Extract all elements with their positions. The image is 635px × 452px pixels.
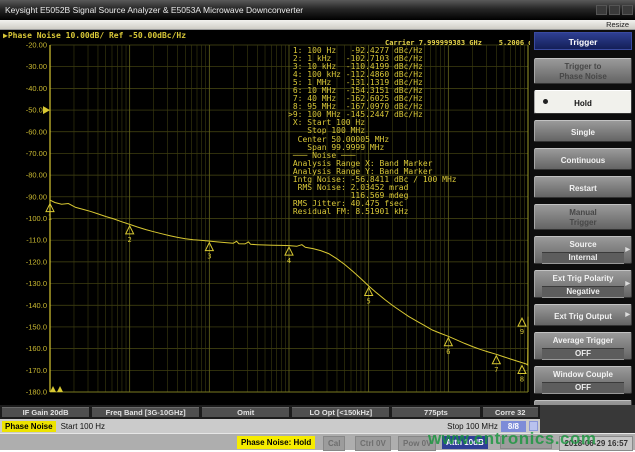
- marker-number-label: 2: [128, 236, 132, 244]
- band-marker-start-icon: [50, 386, 56, 392]
- softkey-label: Manual: [535, 205, 631, 218]
- softkey-label-2: Trigger: [535, 218, 631, 228]
- softkey-label: Ext Trig Output: [535, 309, 631, 322]
- status-segment-3: LO Opt [<150kHz]: [292, 407, 389, 417]
- softkey-trigger-to-phase-noise[interactable]: Trigger toPhase Noise: [534, 58, 632, 84]
- softkey-label: Continuous: [535, 153, 631, 166]
- softkey-ext-trig-polarity[interactable]: Ext Trig Polarity Negative▶: [534, 270, 632, 298]
- softkey-label: Ext Trig Polarity: [535, 271, 631, 284]
- window-title: Keysight E5052B Signal Source Analyzer &…: [5, 5, 303, 15]
- softkey-restart[interactable]: Restart: [534, 176, 632, 198]
- y-tick-label: -160.0: [26, 344, 47, 353]
- menu-bar: Resize: [0, 20, 635, 30]
- band-marker-start-icon: [57, 386, 63, 392]
- application-window: Keysight E5052B Signal Source Analyzer &…: [0, 0, 635, 452]
- marker-symbol-icon: [518, 318, 526, 326]
- softkey-label: Restart: [535, 181, 631, 194]
- softkey-value: Internal: [542, 252, 624, 264]
- y-tick-label: -40.00: [26, 84, 47, 93]
- status-segment-5: Corre 32: [483, 407, 538, 417]
- softkey-hold[interactable]: Hold: [534, 90, 632, 114]
- softkey-single[interactable]: Single: [534, 120, 632, 142]
- chevron-right-icon: ▶: [625, 246, 630, 253]
- chevron-right-icon: ▶: [625, 311, 630, 318]
- status-indicator-ctrl-0v: Ctrl 0V: [355, 436, 391, 451]
- marker-number-label: 5: [367, 298, 371, 306]
- softkey-label: Window Couple: [535, 367, 631, 380]
- y-tick-label: -120.0: [26, 257, 47, 266]
- marker-symbol-icon: [518, 366, 526, 374]
- marker-number-label: 9: [520, 328, 524, 336]
- y-tick-label: -140.0: [26, 301, 47, 310]
- softkey-label: Average Trigger: [535, 333, 631, 346]
- softkey-value: Negative: [542, 286, 624, 298]
- softkey-label: Trigger to: [535, 59, 631, 72]
- trigger-hold-status-badge: Phase Noise: Hold: [237, 436, 315, 449]
- status-indicator-cal: Cal: [323, 436, 345, 451]
- softkey-button-list: Trigger toPhase Noise Hold Single Continuou…: [530, 58, 635, 422]
- resize-menu-item[interactable]: Resize: [606, 20, 629, 29]
- status-segment-0: IF Gain 20dB: [2, 407, 89, 417]
- softkey-source[interactable]: Source Internal▶: [534, 236, 632, 264]
- softkey-average-trigger[interactable]: Average Trigger OFF: [534, 332, 632, 360]
- y-tick-label: -70.00: [26, 149, 47, 158]
- softkey-ext-trig-output[interactable]: Ext Trig Output▶: [534, 304, 632, 326]
- y-tick-label: -90.00: [26, 192, 47, 201]
- phase-noise-mode-badge: Phase Noise: [2, 421, 56, 432]
- y-tick-label: -20.00: [26, 41, 47, 50]
- softkey-label-2: Phase Noise: [535, 72, 631, 82]
- status-segment-4: 775pts: [392, 407, 479, 417]
- maximize-button[interactable]: [609, 5, 620, 15]
- y-tick-label: -130.0: [26, 279, 47, 288]
- marker-number-label: 7: [494, 366, 498, 374]
- y-tick-label: -100.0: [26, 214, 47, 223]
- marker-number-label: 6: [446, 348, 450, 356]
- y-tick-label: -110.0: [26, 236, 47, 245]
- marker-number-label: 4: [287, 257, 291, 265]
- y-tick-label: -180.0: [26, 388, 47, 397]
- y-tick-label: -170.0: [26, 366, 47, 375]
- softkey-continuous[interactable]: Continuous: [534, 148, 632, 170]
- marker-number-label: 8: [520, 376, 524, 384]
- y-tick-label: -30.00: [26, 62, 47, 71]
- status-segment-2: Omit: [202, 407, 289, 417]
- softkey-manual-trigger[interactable]: ManualTrigger: [534, 204, 632, 230]
- status-segment-1: Freq Band [3G-10GHz]: [92, 407, 199, 417]
- selected-bullet-icon: [543, 99, 548, 104]
- measurement-status-bar: IF Gain 20dBFreq Band [3G-10GHz]OmitLO O…: [0, 405, 540, 419]
- close-button[interactable]: [622, 5, 633, 15]
- minimize-button[interactable]: [596, 5, 607, 15]
- softkey-window-couple[interactable]: Window Couple OFF: [534, 366, 632, 394]
- softkey-menu-title: Trigger: [534, 32, 632, 50]
- sweep-start-label: Start 100 Hz: [61, 422, 105, 431]
- y-tick-label: -150.0: [26, 322, 47, 331]
- softkey-value: OFF: [542, 382, 624, 394]
- chevron-right-icon: ▶: [625, 280, 630, 287]
- softkey-sidebar: Trigger Trigger toPhase Noise Hold Single C…: [530, 30, 635, 405]
- softkey-value: OFF: [542, 348, 624, 360]
- marker-number-label: 3: [207, 253, 211, 261]
- watermark-text: www.cntronics.com: [428, 429, 596, 449]
- softkey-label: Source: [535, 237, 631, 250]
- window-titlebar: Keysight E5052B Signal Source Analyzer &…: [0, 0, 635, 20]
- y-tick-label: -80.00: [26, 171, 47, 180]
- marker-number-label: 1: [48, 214, 52, 222]
- marker-noise-readout: 1: 100 Hz -92.4277 dBc/Hz 2: 1 kHz -102.…: [288, 47, 457, 216]
- y-tick-label: -60.00: [26, 127, 47, 136]
- softkey-label: Hold: [535, 96, 631, 109]
- softkey-label: Single: [535, 125, 631, 138]
